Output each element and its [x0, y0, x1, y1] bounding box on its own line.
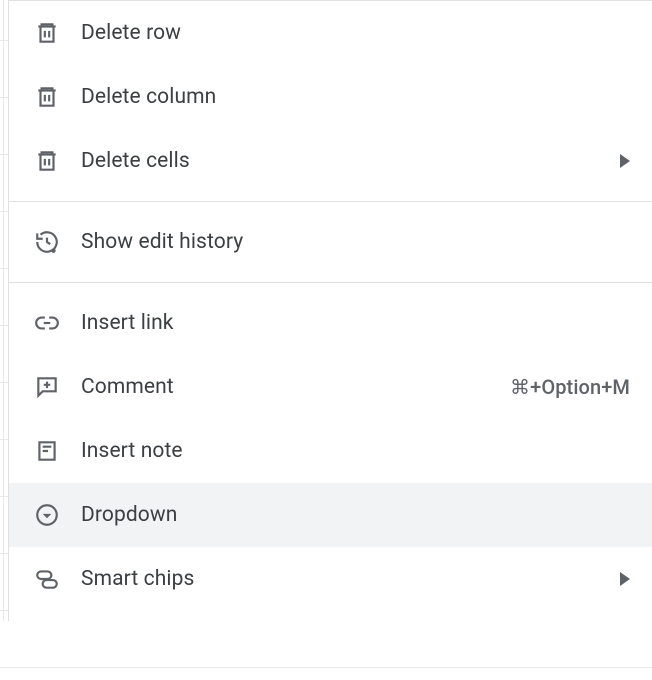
menu-item-show-edit-history[interactable]: Show edit history	[9, 210, 652, 274]
menu-item-smart-chips[interactable]: Smart chips	[9, 547, 652, 611]
menu-item-label: Insert link	[81, 311, 630, 335]
submenu-arrow-icon	[620, 154, 630, 168]
menu-item-insert-note[interactable]: Insert note	[9, 419, 652, 483]
menu-item-label: Delete column	[81, 85, 630, 109]
menu-item-label: Insert note	[81, 439, 630, 463]
menu-item-delete-cells[interactable]: Delete cells	[9, 129, 652, 193]
submenu-arrow-icon	[620, 572, 630, 586]
separator	[9, 282, 652, 283]
trash-icon	[33, 19, 61, 47]
menu-item-label: Delete cells	[81, 149, 610, 173]
trash-icon	[33, 147, 61, 175]
history-icon	[33, 228, 61, 256]
context-menu: Delete row Delete column Delete cells	[8, 0, 652, 621]
menu-item-label: Smart chips	[81, 567, 610, 591]
comment-icon	[33, 373, 61, 401]
menu-item-label: Show edit history	[81, 230, 630, 254]
menu-item-label: Comment	[81, 375, 510, 399]
keyboard-shortcut: ⌘+Option+M	[510, 375, 630, 399]
note-icon	[33, 437, 61, 465]
menu-item-label: Dropdown	[81, 503, 630, 527]
menu-item-label: Delete row	[81, 21, 630, 45]
menu-item-comment[interactable]: Comment ⌘+Option+M	[9, 355, 652, 419]
menu-item-insert-link[interactable]: Insert link	[9, 291, 652, 355]
menu-item-dropdown[interactable]: Dropdown	[9, 483, 652, 547]
smart-chips-icon	[33, 565, 61, 593]
trash-icon	[33, 83, 61, 111]
menu-item-delete-column[interactable]: Delete column	[9, 65, 652, 129]
link-icon	[33, 309, 61, 337]
menu-item-delete-row[interactable]: Delete row	[9, 1, 652, 65]
separator	[9, 201, 652, 202]
dropdown-icon	[33, 501, 61, 529]
